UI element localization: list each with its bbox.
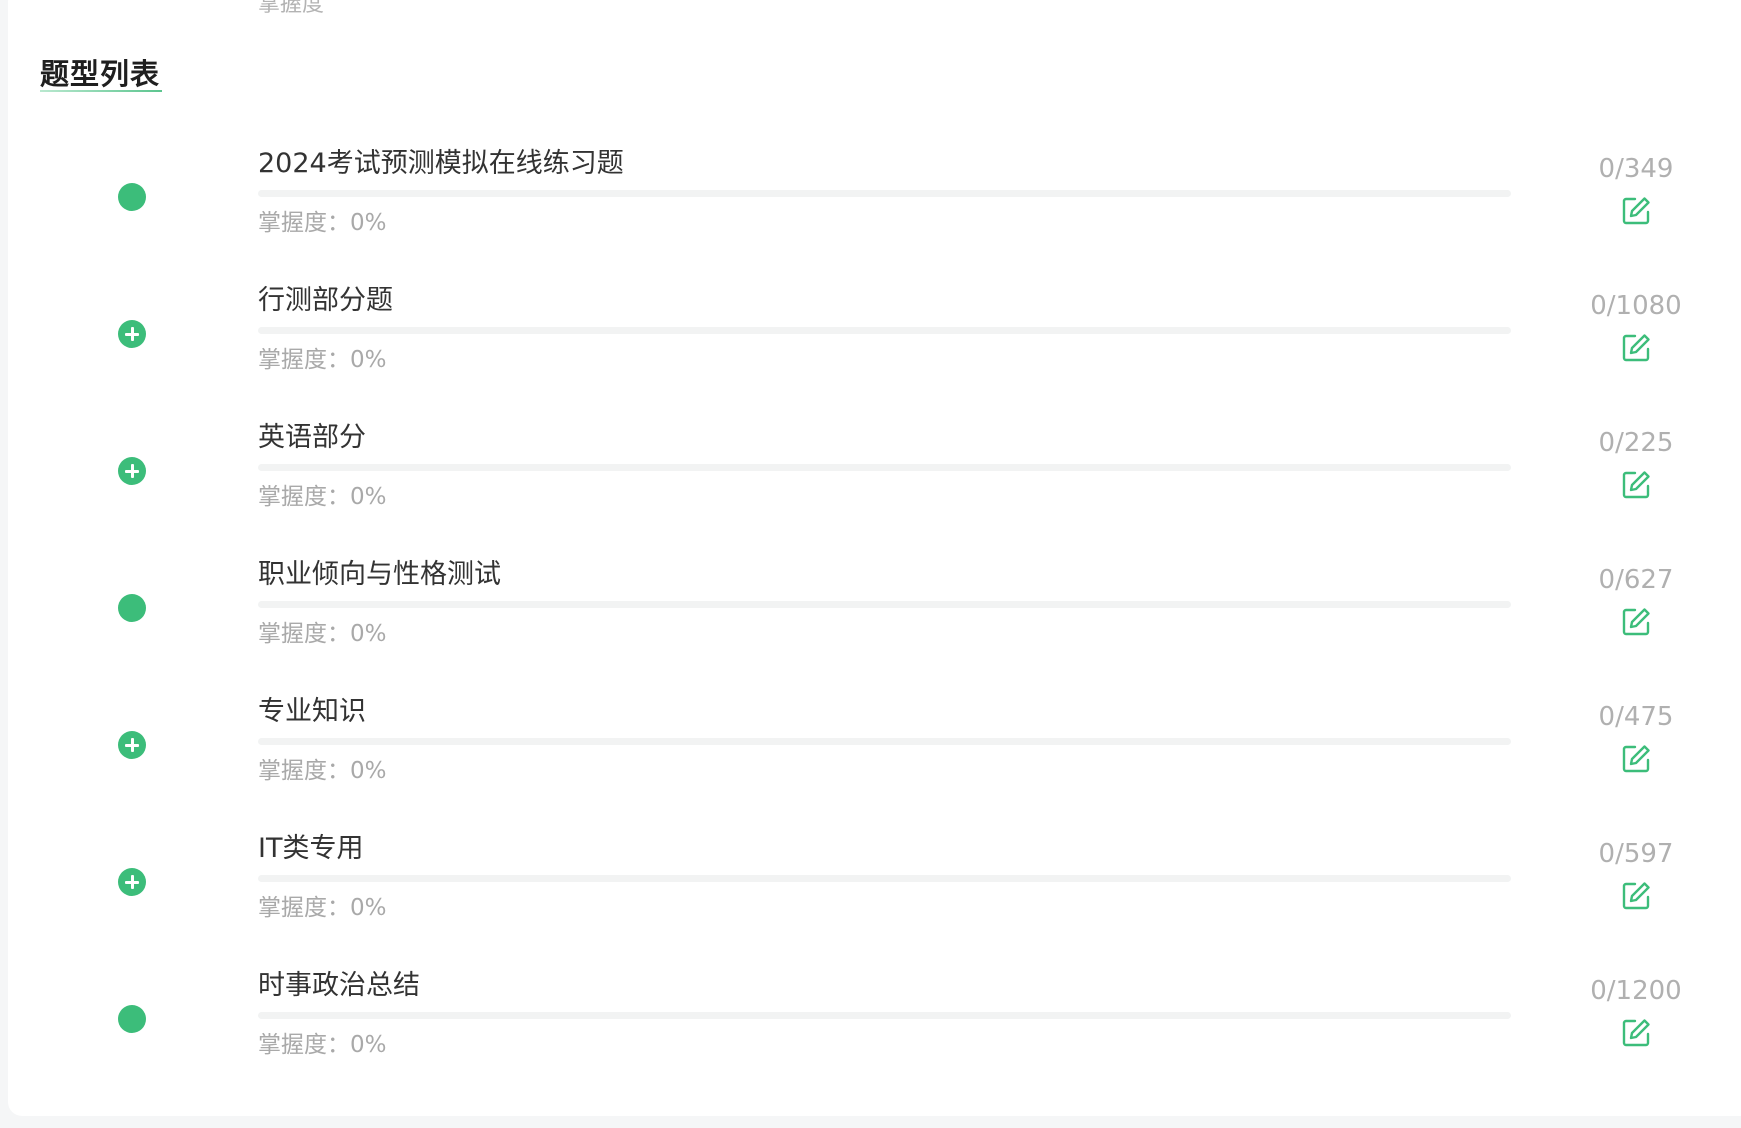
previous-item-mastery-label: 掌握度: [258, 0, 325, 17]
question-count: 0/1080: [1590, 291, 1682, 321]
mastery-progress-bar: [258, 327, 1511, 334]
mastery-label: 掌握度：0%: [258, 758, 387, 784]
question-count: 0/1200: [1590, 976, 1682, 1006]
mastery-label: 掌握度：0%: [258, 484, 387, 510]
question-count: 0/597: [1598, 839, 1674, 869]
question-type-item[interactable]: 时事政治总结 掌握度：0% 0/1200: [0, 969, 1741, 1106]
edit-icon: [1622, 882, 1650, 910]
mastery-progress-bar: [258, 190, 1511, 197]
question-count: 0/349: [1598, 154, 1674, 184]
plus-circle-icon: [118, 868, 146, 896]
mastery-label: 掌握度：0%: [258, 210, 387, 236]
question-type-title[interactable]: 专业知识: [258, 695, 366, 729]
mastery-progress-bar: [258, 464, 1511, 471]
mastery-progress-bar: [258, 738, 1511, 745]
question-type-title[interactable]: 时事政治总结: [258, 969, 420, 1003]
mastery-progress-bar: [258, 601, 1511, 608]
edit-icon: [1622, 608, 1650, 636]
plus-circle-icon: [118, 457, 146, 485]
question-count: 0/475: [1598, 702, 1674, 732]
dot-icon: [118, 594, 146, 622]
plus-circle-icon: [118, 731, 146, 759]
question-type-title[interactable]: 行测部分题: [258, 284, 393, 318]
mastery-label: 掌握度：0%: [258, 1032, 387, 1058]
question-type-title[interactable]: 2024考试预测模拟在线练习题: [258, 147, 624, 181]
question-type-item[interactable]: 职业倾向与性格测试 掌握度：0% 0/627: [0, 558, 1741, 695]
mastery-label: 掌握度：0%: [258, 347, 387, 373]
dot-icon: [118, 1005, 146, 1033]
start-practice-button[interactable]: [1618, 878, 1654, 914]
dot-icon: [118, 183, 146, 211]
start-practice-button[interactable]: [1618, 604, 1654, 640]
edit-icon: [1622, 197, 1650, 225]
section-title-underline: [40, 90, 162, 92]
start-practice-button[interactable]: [1618, 193, 1654, 229]
question-type-title[interactable]: IT类专用: [258, 832, 363, 866]
start-practice-button[interactable]: [1618, 330, 1654, 366]
question-type-title[interactable]: 英语部分: [258, 421, 366, 455]
question-type-title[interactable]: 职业倾向与性格测试: [258, 558, 501, 592]
mastery-label: 掌握度：0%: [258, 621, 387, 647]
edit-icon: [1622, 745, 1650, 773]
mastery-progress-bar: [258, 875, 1511, 882]
mastery-label: 掌握度：0%: [258, 895, 387, 921]
start-practice-button[interactable]: [1618, 1015, 1654, 1051]
edit-icon: [1622, 1019, 1650, 1047]
question-type-item[interactable]: 2024考试预测模拟在线练习题 掌握度：0% 0/349: [0, 147, 1741, 284]
plus-circle-icon: [118, 320, 146, 348]
edit-icon: [1622, 471, 1650, 499]
section-title: 题型列表: [40, 57, 161, 91]
question-type-item[interactable]: 行测部分题 掌握度：0% 0/1080: [0, 284, 1741, 421]
question-type-item[interactable]: 专业知识 掌握度：0% 0/475: [0, 695, 1741, 832]
question-type-item[interactable]: 英语部分 掌握度：0% 0/225: [0, 421, 1741, 558]
question-count: 0/225: [1598, 428, 1674, 458]
question-type-item[interactable]: IT类专用 掌握度：0% 0/597: [0, 832, 1741, 969]
edit-icon: [1622, 334, 1650, 362]
start-practice-button[interactable]: [1618, 467, 1654, 503]
start-practice-button[interactable]: [1618, 741, 1654, 777]
mastery-progress-bar: [258, 1012, 1511, 1019]
question-count: 0/627: [1598, 565, 1674, 595]
